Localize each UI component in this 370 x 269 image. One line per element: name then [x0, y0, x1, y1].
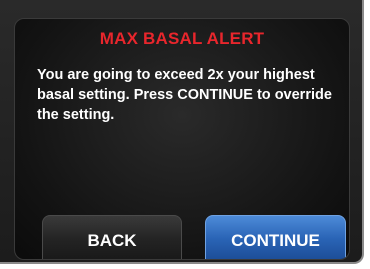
page-background: MAX BASAL ALERT You are going to exceed … [0, 0, 370, 269]
continue-button[interactable]: CONTINUE [205, 215, 346, 259]
alert-screen: MAX BASAL ALERT You are going to exceed … [14, 18, 350, 260]
alert-title: MAX BASAL ALERT [99, 29, 265, 48]
alert-message: You are going to exceed 2x your highest … [37, 67, 332, 123]
device-frame: MAX BASAL ALERT You are going to exceed … [0, 0, 364, 264]
back-button[interactable]: BACK [42, 215, 182, 259]
